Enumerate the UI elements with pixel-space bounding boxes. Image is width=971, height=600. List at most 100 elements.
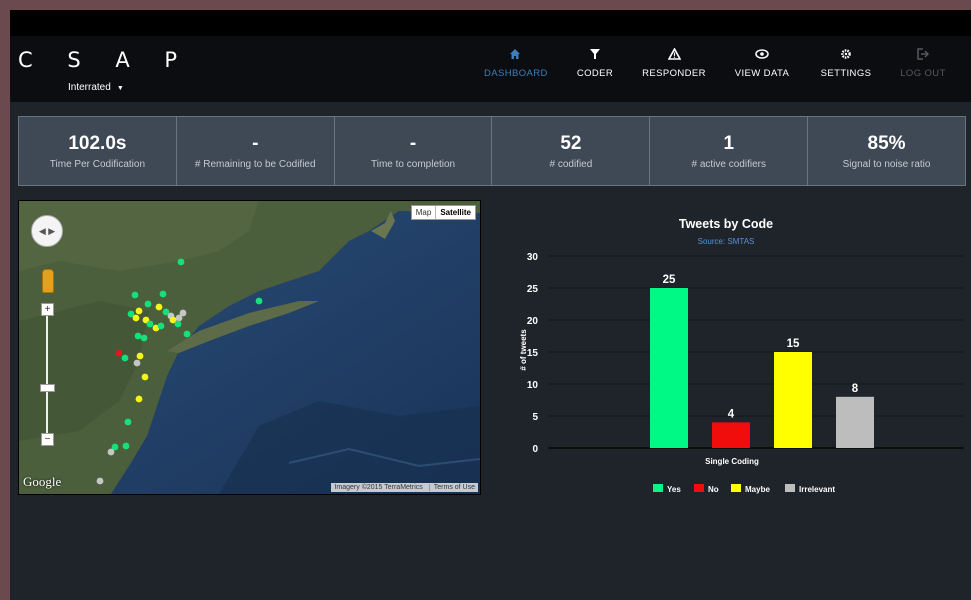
legend-item-yes[interactable]: Yes — [667, 485, 681, 494]
x-axis-label: Single Coding — [705, 457, 759, 466]
app-window: C S A P Interrated ▼ DASHBOARD CODER RESP… — [10, 10, 971, 600]
data-label: 8 — [852, 383, 859, 395]
tweet-marker[interactable] — [136, 352, 144, 360]
stat-codified: 52 # codified — [492, 117, 651, 185]
tweets-by-code-chart: Tweets by Code Source: SMTAS # of tweets… — [488, 200, 964, 500]
chart-title: Tweets by Code — [679, 217, 773, 231]
stat-value: 52 — [560, 132, 582, 154]
chart-subtitle: Source: SMTAS — [698, 237, 755, 246]
top-strip — [10, 10, 971, 36]
legend-item-maybe[interactable]: Maybe — [745, 485, 770, 494]
nav-coder[interactable]: CODER — [574, 48, 616, 79]
legend-item-irrelevant[interactable]: Irrelevant — [799, 485, 835, 494]
legend-item-no[interactable]: No — [708, 485, 719, 494]
data-label: 15 — [787, 338, 800, 350]
stat-signal-to-noise: 85% Signal to noise ratio — [808, 117, 965, 185]
tweet-marker[interactable] — [141, 373, 149, 381]
tweet-marker[interactable] — [96, 477, 104, 485]
y-tick-label: 15 — [527, 348, 539, 359]
tweet-marker[interactable] — [146, 320, 154, 328]
tweet-marker[interactable] — [131, 291, 139, 299]
bar-maybe[interactable] — [774, 352, 812, 448]
tweet-marker[interactable] — [177, 258, 185, 266]
tweet-marker[interactable] — [144, 300, 152, 308]
tweet-marker[interactable] — [124, 418, 132, 426]
nav-responder-label: RESPONDER — [642, 68, 706, 79]
nav-settings[interactable]: SETTINGS — [820, 48, 872, 79]
stat-label: Signal to noise ratio — [842, 158, 931, 170]
tweet-marker[interactable] — [122, 442, 130, 450]
stat-label: # Remaining to be Codified — [194, 158, 316, 170]
home-icon — [484, 48, 546, 62]
y-tick-label: 30 — [527, 252, 539, 263]
map-type-satellite-button[interactable]: Satellite — [435, 206, 475, 219]
nav-view-data[interactable]: VIEW DATA — [734, 48, 790, 79]
tweet-map[interactable]: Map Satellite ◀ ▶ + − Google Imagery ©20… — [18, 200, 481, 495]
tweet-marker[interactable] — [175, 314, 183, 322]
project-name: Interrated — [68, 82, 111, 93]
tweet-marker[interactable] — [134, 332, 142, 340]
eye-icon — [734, 48, 790, 62]
nav-responder[interactable]: RESPONDER — [642, 47, 706, 79]
stat-label: Time Per Codification — [49, 158, 146, 170]
zoom-slider-track[interactable] — [46, 309, 48, 443]
y-tick-label: 25 — [527, 284, 539, 295]
bar-no[interactable] — [712, 422, 750, 448]
bar-yes[interactable] — [650, 288, 688, 448]
brand-logo[interactable]: C S A P — [18, 48, 191, 72]
pegman-icon[interactable] — [42, 269, 54, 293]
stat-label: # active codifiers — [691, 158, 766, 170]
tweet-marker[interactable] — [135, 307, 143, 315]
stats-bar: 102.0s Time Per Codification - # Remaini… — [18, 116, 966, 186]
y-tick-label: 5 — [532, 412, 538, 423]
tweet-marker[interactable] — [115, 349, 123, 357]
map-attribution: Imagery ©2015 TerraMetrics Terms of Use — [331, 483, 478, 492]
caret-down-icon: ▼ — [116, 85, 124, 92]
stat-value: - — [252, 132, 259, 154]
zoom-slider-thumb[interactable] — [40, 384, 55, 392]
map-type-map-button[interactable]: Map — [412, 206, 436, 219]
data-label: 4 — [728, 408, 735, 420]
tweet-marker[interactable] — [132, 314, 140, 322]
logout-icon — [898, 48, 948, 62]
stat-value: 85% — [867, 132, 906, 154]
chart-svg: Tweets by Code Source: SMTAS # of tweets… — [519, 217, 964, 494]
legend-swatch — [694, 484, 704, 492]
tweet-marker[interactable] — [255, 297, 263, 305]
stat-value: - — [409, 132, 417, 154]
warning-icon — [642, 47, 706, 62]
nav-dashboard[interactable]: DASHBOARD — [484, 48, 548, 79]
terms-link[interactable]: Terms of Use — [428, 484, 475, 491]
nav-logout-label: LOG OUT — [900, 68, 946, 79]
stat-remaining: - # Remaining to be Codified — [177, 117, 335, 185]
y-tick-label: 0 — [532, 444, 538, 455]
navbar: C S A P Interrated ▼ DASHBOARD CODER RESP… — [10, 36, 971, 102]
legend-swatch — [731, 484, 741, 492]
stat-active-codifiers: 1 # active codifiers — [650, 117, 809, 185]
tweet-marker[interactable] — [159, 290, 167, 298]
legend-swatch — [785, 484, 795, 492]
stat-value: 102.0s — [68, 132, 127, 154]
tweet-marker[interactable] — [183, 330, 191, 338]
pan-control[interactable]: ◀ ▶ — [31, 215, 63, 247]
zoom-in-button[interactable]: + — [41, 303, 54, 316]
bar-irrelevant[interactable] — [836, 396, 874, 448]
legend-swatch — [653, 484, 663, 492]
map-type-control: Map Satellite — [410, 205, 476, 220]
tweet-marker[interactable] — [133, 359, 141, 367]
nav-logout[interactable]: LOG OUT — [898, 48, 948, 79]
tweet-marker[interactable] — [140, 334, 148, 342]
tweet-marker[interactable] — [107, 448, 115, 456]
zoom-out-button[interactable]: − — [41, 433, 54, 446]
tweet-marker[interactable] — [155, 303, 163, 311]
nav-dashboard-label: DASHBOARD — [484, 68, 548, 79]
nav-coder-label: CODER — [576, 68, 614, 79]
tweet-marker[interactable] — [135, 395, 143, 403]
tweet-markers — [96, 258, 263, 485]
funnel-icon — [574, 48, 616, 62]
y-tick-label: 10 — [527, 380, 539, 391]
tweet-marker[interactable] — [174, 320, 182, 328]
tweet-marker[interactable] — [121, 354, 129, 362]
tweet-marker[interactable] — [157, 322, 165, 330]
project-dropdown[interactable]: Interrated ▼ — [68, 82, 124, 93]
